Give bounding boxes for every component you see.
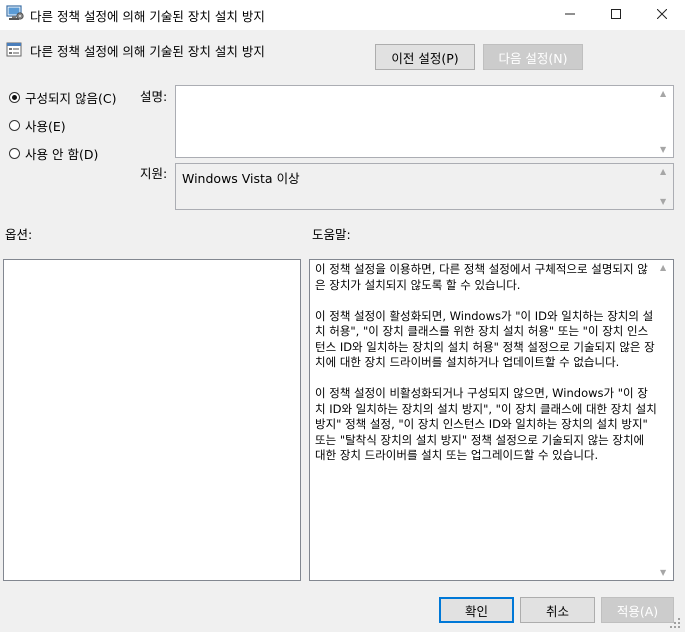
title-bar: 다른 정책 설정에 의해 기술된 장치 설치 방지: [0, 0, 685, 30]
supported-scrollbar[interactable]: ▲ ▼: [657, 164, 673, 209]
comment-label: 설명:: [140, 89, 168, 104]
help-scrollbar[interactable]: ▲ ▼: [657, 260, 673, 580]
radio-indicator: [9, 147, 20, 159]
policy-editor-icon: [6, 5, 24, 21]
help-paragraph: 이 정책 설정이 비활성화되거나 구성되지 않으면, Windows가 "이 장…: [315, 386, 657, 462]
policy-setting-icon: [6, 42, 24, 58]
help-label: 도움말:: [312, 227, 351, 242]
close-button[interactable]: [639, 0, 685, 30]
help-panel: 이 정책 설정을 이용하면, 다른 정책 설정에서 구체적으로 설명되지 않은 …: [309, 259, 674, 581]
next-setting-button[interactable]: 다음 설정(N): [483, 44, 583, 70]
comment-textarea[interactable]: ▲ ▼: [175, 85, 674, 158]
scroll-down-icon[interactable]: ▼: [660, 145, 666, 154]
cancel-button[interactable]: 취소: [520, 597, 595, 623]
radio-indicator: [9, 119, 20, 131]
options-panel: [3, 259, 301, 581]
minimize-icon: [565, 8, 575, 22]
radio-indicator-selected: [9, 91, 20, 103]
supported-on-value: Windows Vista 이상: [182, 171, 300, 186]
radio-enabled[interactable]: 사용(E): [9, 116, 66, 134]
help-text: 이 정책 설정을 이용하면, 다른 정책 설정에서 구체적으로 설명되지 않은 …: [315, 262, 657, 479]
help-paragraph: 이 정책 설정이 활성화되면, Windows가 "이 ID와 일치하는 장치의…: [315, 308, 655, 370]
radio-label: 구성되지 않음(C): [25, 90, 117, 106]
maximize-icon: [611, 8, 621, 22]
resize-grip-icon[interactable]: [669, 617, 681, 629]
help-paragraph: 이 정책 설정을 이용하면, 다른 정책 설정에서 구체적으로 설명되지 않은 …: [315, 262, 648, 292]
scroll-down-icon[interactable]: ▼: [660, 568, 666, 577]
close-icon: [656, 8, 668, 22]
previous-setting-button[interactable]: 이전 설정(P): [375, 44, 475, 70]
policy-title: 다른 정책 설정에 의해 기술된 장치 설치 방지: [30, 44, 265, 59]
ok-button[interactable]: 확인: [439, 597, 514, 623]
apply-button[interactable]: 적용(A): [601, 597, 674, 623]
radio-label: 사용(E): [25, 118, 66, 134]
window-title: 다른 정책 설정에 의해 기술된 장치 설치 방지: [30, 9, 265, 24]
supported-on-label: 지원:: [140, 166, 168, 181]
scroll-down-icon[interactable]: ▼: [660, 197, 666, 206]
scroll-up-icon[interactable]: ▲: [660, 263, 666, 272]
options-label: 옵션:: [5, 227, 33, 242]
radio-label: 사용 안 함(D): [25, 146, 99, 162]
radio-disabled[interactable]: 사용 안 함(D): [9, 144, 98, 162]
radio-not-configured[interactable]: 구성되지 않음(C): [9, 88, 116, 106]
scroll-up-icon[interactable]: ▲: [660, 89, 666, 98]
supported-on-field: Windows Vista 이상 ▲ ▼: [175, 163, 674, 210]
scroll-up-icon[interactable]: ▲: [660, 167, 666, 176]
maximize-button[interactable]: [593, 0, 639, 30]
minimize-button[interactable]: [547, 0, 593, 30]
comment-scrollbar[interactable]: ▲ ▼: [657, 86, 673, 157]
